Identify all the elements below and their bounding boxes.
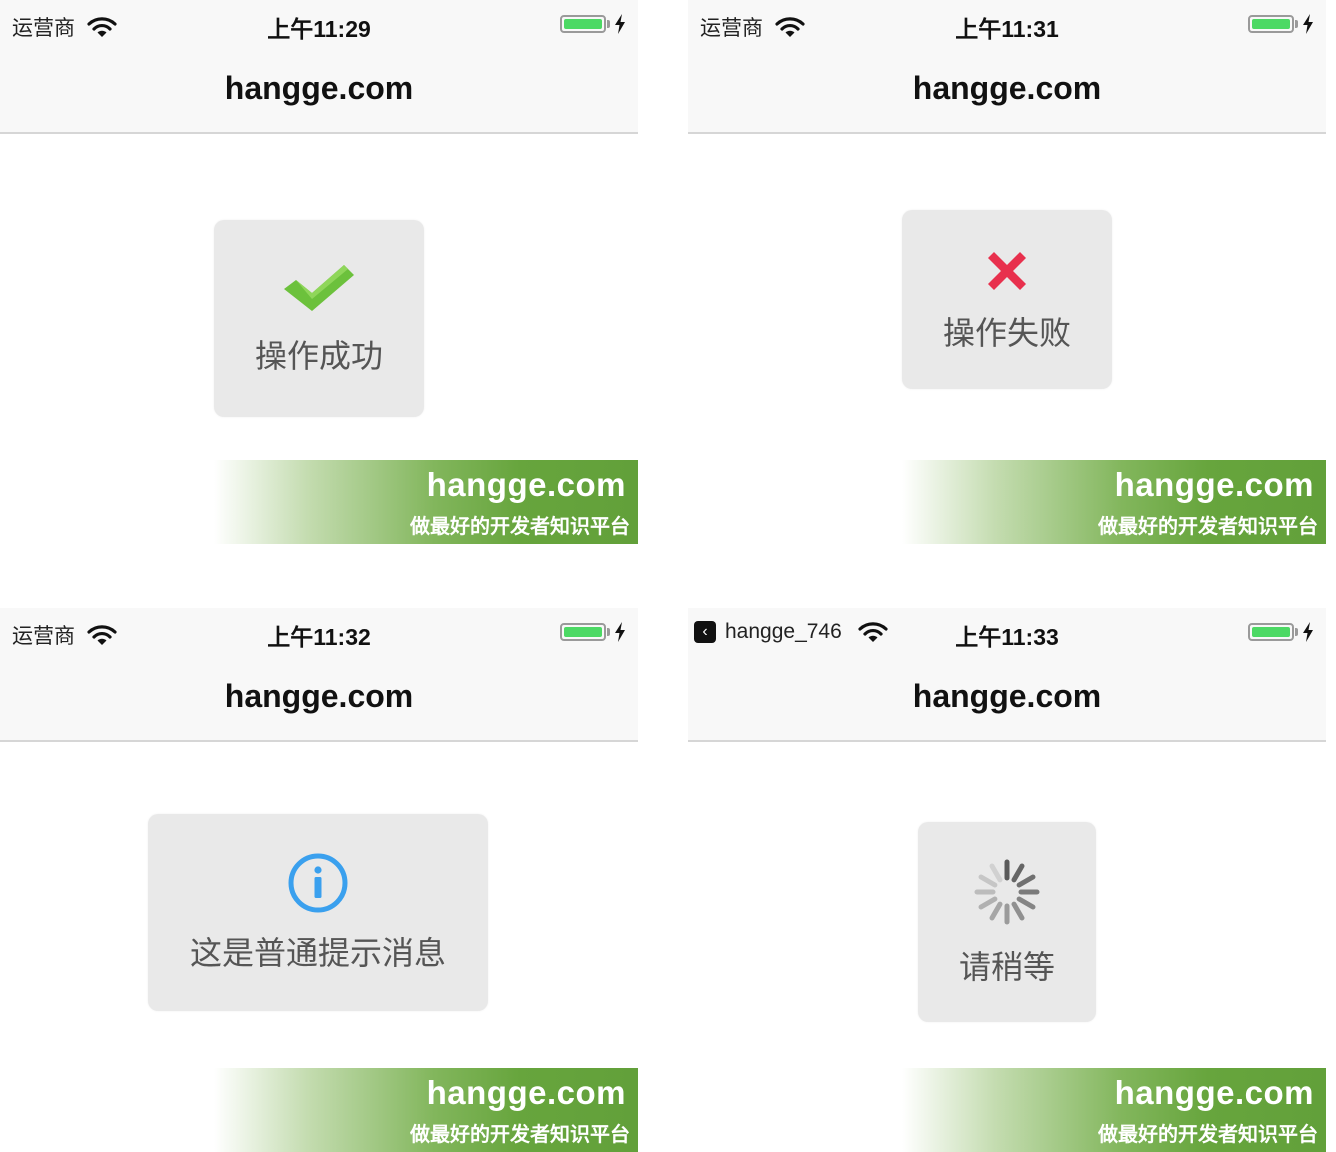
banner-domain: hangge.com xyxy=(426,466,626,503)
battery-icon xyxy=(1248,623,1294,641)
hud-message: 这是普通提示消息 xyxy=(189,933,446,972)
battery-indicator xyxy=(1248,622,1314,642)
nav-title: hangge.com xyxy=(912,678,1102,714)
spinner-spoke xyxy=(1011,901,1025,921)
hud-failure: 操作失败 xyxy=(902,210,1112,389)
watermark-banner: hangge.com 做最好的开发者知识平台 xyxy=(214,1068,638,1152)
screen-info: 运营商 上午11:32 hangge.com 这是普通提示消息 hangge.c… xyxy=(0,608,638,1152)
status-time: 上午11:33 xyxy=(955,624,1059,650)
status-time: 上午11:32 xyxy=(267,624,371,650)
nav-title: hangge.com xyxy=(912,70,1102,106)
spinner-spoke xyxy=(978,874,998,888)
hud-message: 操作失败 xyxy=(942,313,1071,352)
spinner-spoke xyxy=(1016,874,1036,888)
charging-bolt-icon xyxy=(615,622,625,642)
hud-message: 操作成功 xyxy=(254,336,383,375)
navigation-bar: hangge.com xyxy=(0,50,638,134)
battery-icon xyxy=(560,15,606,33)
banner-domain: hangge.com xyxy=(426,1074,626,1111)
banner-slogan: 做最好的开发者知识平台 xyxy=(410,514,630,538)
navigation-bar: hangge.com xyxy=(688,50,1326,134)
battery-indicator xyxy=(560,622,626,642)
status-bar: 运营商 上午11:31 xyxy=(688,0,1326,50)
hud-info: 这是普通提示消息 xyxy=(148,814,488,1011)
spinner-spoke xyxy=(989,863,1003,883)
navigation-bar: hangge.com xyxy=(688,658,1326,742)
banner-slogan: 做最好的开发者知识平台 xyxy=(1098,1122,1318,1146)
watermark-banner: hangge.com 做最好的开发者知识平台 xyxy=(902,1068,1326,1152)
hud-loading: 请稍等 xyxy=(918,822,1096,1022)
spinner-icon xyxy=(974,859,1040,925)
hud-message: 请稍等 xyxy=(958,948,1055,986)
nav-title: hangge.com xyxy=(224,70,414,106)
cross-icon xyxy=(988,251,1026,290)
battery-indicator xyxy=(560,14,626,34)
watermark-banner: hangge.com 做最好的开发者知识平台 xyxy=(902,460,1326,544)
banner-domain: hangge.com xyxy=(1114,466,1314,503)
battery-icon xyxy=(1248,15,1294,33)
spinner-spoke xyxy=(1016,896,1036,910)
charging-bolt-icon xyxy=(1303,622,1313,642)
watermark-banner: hangge.com 做最好的开发者知识平台 xyxy=(214,460,638,544)
status-bar: 运营商 上午11:29 xyxy=(0,0,638,50)
spinner-spoke xyxy=(1011,863,1025,883)
spinner-spoke xyxy=(989,901,1003,921)
charging-bolt-icon xyxy=(1303,14,1313,34)
navigation-bar: hangge.com xyxy=(0,658,638,742)
spinner-spoke xyxy=(978,896,998,910)
status-time: 上午11:31 xyxy=(955,16,1059,42)
status-bar: ‹ hangge_746 上午11:33 xyxy=(688,608,1326,658)
screen-loading: ‹ hangge_746 上午11:33 hangge.com 请稍等 hang… xyxy=(688,608,1326,1152)
banner-domain: hangge.com xyxy=(1114,1074,1314,1111)
banner-slogan: 做最好的开发者知识平台 xyxy=(1098,514,1318,538)
info-icon xyxy=(288,853,348,912)
battery-indicator xyxy=(1248,14,1314,34)
screen-failure: 运营商 上午11:31 hangge.com 操作失败 hangge.com 做… xyxy=(688,0,1326,544)
battery-icon xyxy=(560,623,606,641)
banner-slogan: 做最好的开发者知识平台 xyxy=(410,1122,630,1146)
screen-success: 运营商 上午11:29 hangge.com 操作成功 hangge.com 做… xyxy=(0,0,638,544)
status-time: 上午11:29 xyxy=(267,16,371,42)
charging-bolt-icon xyxy=(615,14,625,34)
status-bar: 运营商 上午11:32 xyxy=(0,608,638,658)
checkmark-icon xyxy=(284,264,354,311)
nav-title: hangge.com xyxy=(224,678,414,714)
hud-success: 操作成功 xyxy=(214,220,424,417)
